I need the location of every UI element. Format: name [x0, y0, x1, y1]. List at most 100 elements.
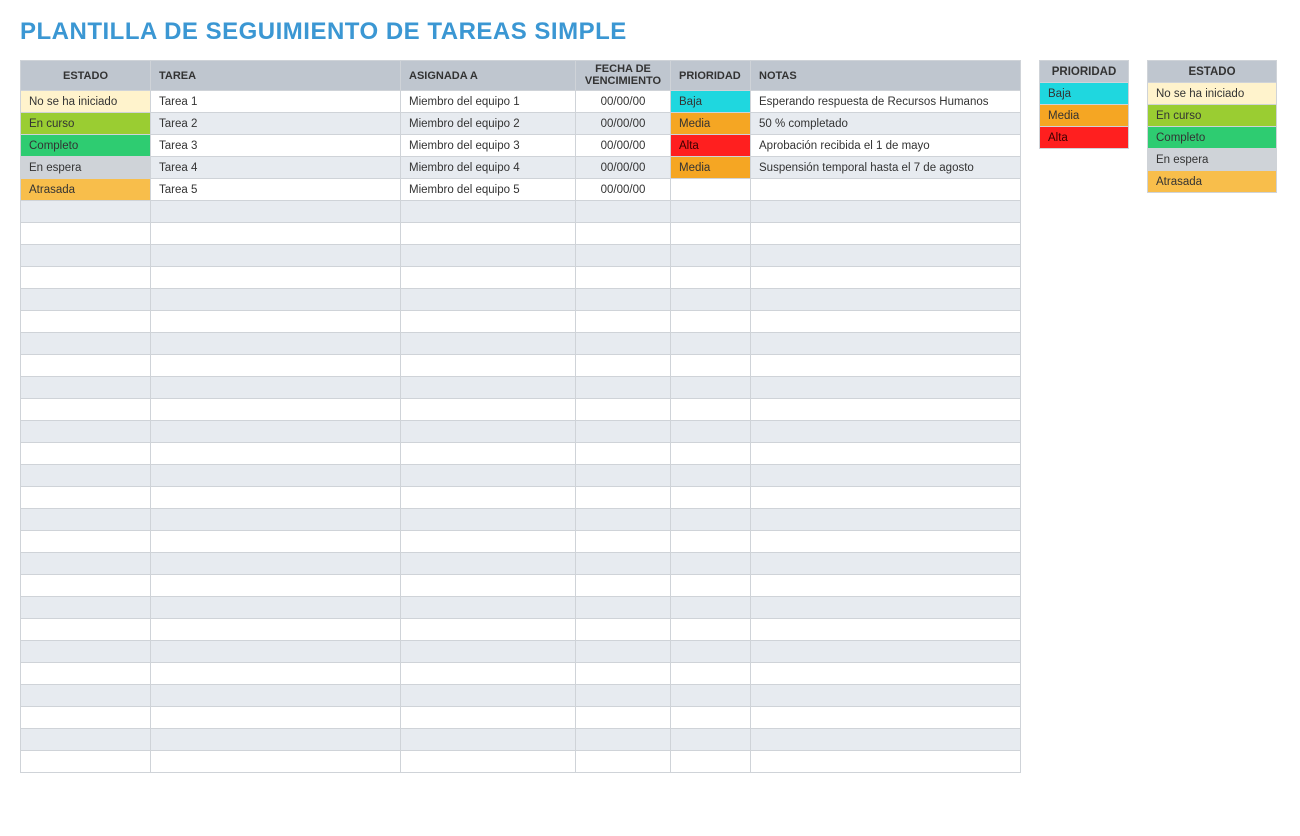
table-row[interactable] [21, 311, 1021, 333]
table-row[interactable] [21, 355, 1021, 377]
table-cell[interactable] [21, 443, 151, 465]
table-cell[interactable] [751, 311, 1021, 333]
table-row[interactable] [21, 663, 1021, 685]
table-cell[interactable]: Esperando respuesta de Recursos Humanos [751, 91, 1021, 113]
table-cell[interactable]: 00/00/00 [576, 157, 671, 179]
table-cell[interactable] [576, 443, 671, 465]
table-cell[interactable] [401, 487, 576, 509]
table-cell[interactable] [751, 663, 1021, 685]
table-cell[interactable] [151, 487, 401, 509]
table-cell[interactable] [671, 487, 751, 509]
table-row[interactable] [21, 443, 1021, 465]
table-cell[interactable]: Aprobación recibida el 1 de mayo [751, 135, 1021, 157]
table-cell[interactable] [151, 751, 401, 773]
table-cell[interactable] [671, 399, 751, 421]
table-cell[interactable] [151, 355, 401, 377]
table-cell[interactable] [671, 707, 751, 729]
table-cell[interactable] [21, 421, 151, 443]
table-row[interactable] [21, 377, 1021, 399]
table-cell[interactable]: Media [671, 113, 751, 135]
table-cell[interactable] [401, 201, 576, 223]
table-cell[interactable] [671, 355, 751, 377]
table-cell[interactable] [751, 729, 1021, 751]
table-cell[interactable] [671, 509, 751, 531]
table-cell[interactable] [751, 421, 1021, 443]
table-cell[interactable] [401, 663, 576, 685]
table-cell[interactable] [151, 663, 401, 685]
table-cell[interactable] [751, 377, 1021, 399]
table-cell[interactable] [671, 465, 751, 487]
table-cell[interactable] [401, 333, 576, 355]
table-cell[interactable] [671, 619, 751, 641]
table-cell[interactable] [401, 399, 576, 421]
table-cell[interactable] [401, 531, 576, 553]
table-row[interactable] [21, 751, 1021, 773]
table-cell[interactable] [401, 553, 576, 575]
table-cell[interactable] [151, 641, 401, 663]
table-cell[interactable] [401, 443, 576, 465]
table-cell[interactable] [151, 465, 401, 487]
table-cell[interactable] [151, 597, 401, 619]
table-cell[interactable] [576, 729, 671, 751]
table-row[interactable] [21, 729, 1021, 751]
table-cell[interactable] [671, 575, 751, 597]
table-cell[interactable] [671, 663, 751, 685]
table-cell[interactable] [151, 333, 401, 355]
table-cell[interactable] [21, 531, 151, 553]
table-cell[interactable]: Suspensión temporal hasta el 7 de agosto [751, 157, 1021, 179]
table-row[interactable] [21, 289, 1021, 311]
table-cell[interactable]: Tarea 1 [151, 91, 401, 113]
table-cell[interactable] [21, 597, 151, 619]
table-cell[interactable] [151, 245, 401, 267]
table-cell[interactable] [576, 663, 671, 685]
table-cell[interactable]: En espera [21, 157, 151, 179]
table-cell[interactable] [671, 267, 751, 289]
table-cell[interactable] [151, 553, 401, 575]
table-cell[interactable] [151, 509, 401, 531]
table-cell[interactable] [576, 245, 671, 267]
table-cell[interactable]: En curso [21, 113, 151, 135]
table-cell[interactable] [576, 685, 671, 707]
table-cell[interactable]: 50 % completado [751, 113, 1021, 135]
table-cell[interactable] [751, 685, 1021, 707]
table-cell[interactable] [151, 377, 401, 399]
table-cell[interactable] [151, 421, 401, 443]
table-cell[interactable] [401, 685, 576, 707]
table-cell[interactable]: Miembro del equipo 2 [401, 113, 576, 135]
table-row[interactable] [21, 531, 1021, 553]
table-cell[interactable]: Tarea 5 [151, 179, 401, 201]
table-cell[interactable] [151, 575, 401, 597]
table-cell[interactable] [576, 201, 671, 223]
table-cell[interactable] [671, 751, 751, 773]
table-row[interactable] [21, 223, 1021, 245]
table-row[interactable] [21, 333, 1021, 355]
table-cell[interactable] [671, 245, 751, 267]
table-cell[interactable] [751, 619, 1021, 641]
table-cell[interactable] [751, 245, 1021, 267]
table-cell[interactable] [671, 641, 751, 663]
table-cell[interactable] [751, 267, 1021, 289]
table-cell[interactable] [671, 333, 751, 355]
table-row[interactable] [21, 245, 1021, 267]
table-cell[interactable]: Completo [21, 135, 151, 157]
table-cell[interactable] [751, 509, 1021, 531]
table-cell[interactable]: Miembro del equipo 5 [401, 179, 576, 201]
table-cell[interactable]: 00/00/00 [576, 135, 671, 157]
table-cell[interactable] [671, 531, 751, 553]
table-cell[interactable] [151, 707, 401, 729]
table-cell[interactable]: Tarea 3 [151, 135, 401, 157]
table-cell[interactable]: Alta [671, 135, 751, 157]
table-row[interactable]: No se ha iniciadoTarea 1Miembro del equi… [21, 91, 1021, 113]
table-cell[interactable] [576, 509, 671, 531]
table-cell[interactable] [151, 223, 401, 245]
table-cell[interactable] [751, 597, 1021, 619]
table-row[interactable] [21, 421, 1021, 443]
table-cell[interactable] [151, 729, 401, 751]
table-cell[interactable] [151, 267, 401, 289]
table-cell[interactable] [576, 421, 671, 443]
table-row[interactable] [21, 487, 1021, 509]
table-cell[interactable] [751, 443, 1021, 465]
table-cell[interactable] [576, 619, 671, 641]
table-cell[interactable] [576, 267, 671, 289]
table-cell[interactable] [671, 421, 751, 443]
